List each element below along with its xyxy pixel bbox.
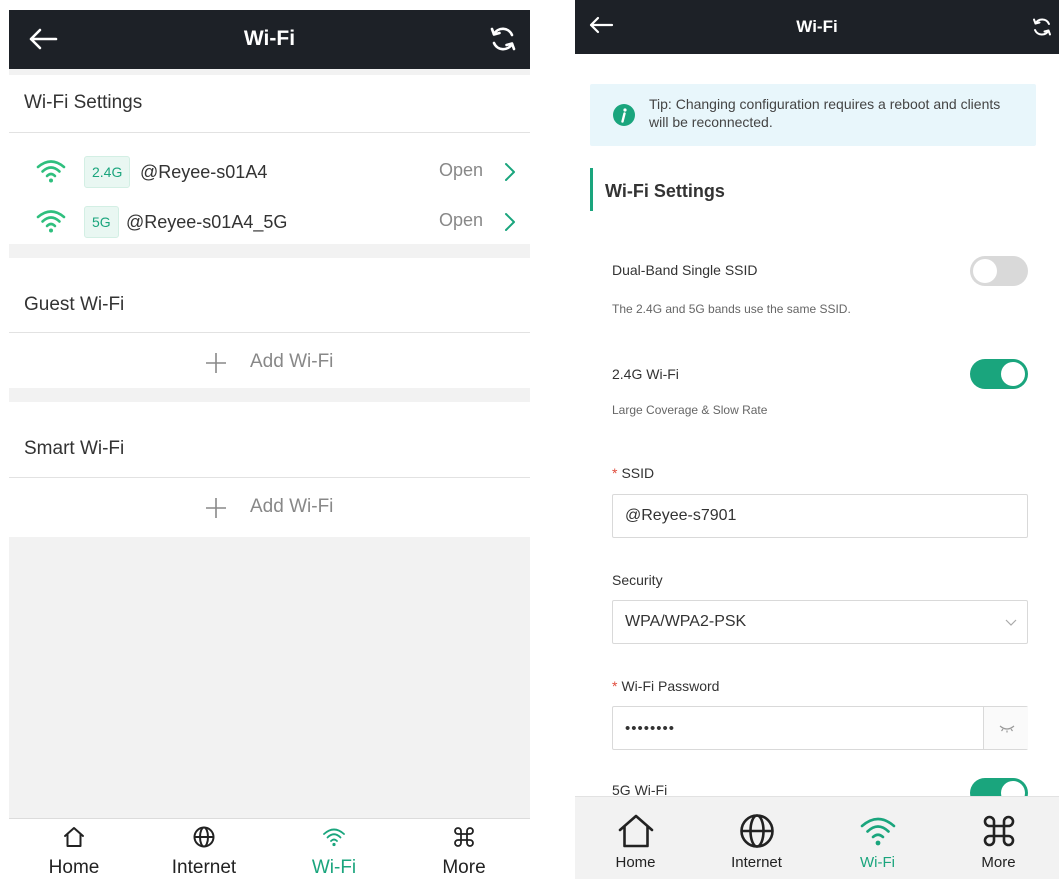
add-smart-wifi-button[interactable]: Add Wi-Fi — [9, 479, 530, 535]
nav-label: More — [442, 857, 486, 878]
nav-label: More — [981, 854, 1016, 871]
section-title: Smart Wi-Fi — [24, 438, 125, 459]
wifi-icon — [860, 817, 896, 846]
chevron-right-icon — [505, 213, 515, 231]
wifi-2-4g-toggle[interactable] — [970, 359, 1028, 389]
nav-label: Internet — [171, 857, 237, 878]
command-icon — [983, 815, 1015, 847]
security-value: WPA/WPA2-PSK — [625, 613, 747, 630]
ssid-label: @Reyee-s01A4 — [140, 162, 268, 182]
smart-wifi-section: Smart Wi-Fi Add Wi-Fi — [9, 402, 530, 537]
wifi-2-4g-hint: Large Coverage & Slow Rate — [612, 403, 768, 417]
bottom-nav: Home Internet Wi-Fi More — [575, 796, 1059, 879]
eye-closed-icon — [999, 725, 1015, 733]
ssid-input[interactable]: @Reyee-s7901 — [612, 494, 1028, 538]
plus-icon — [206, 353, 226, 373]
tip-banner: Tip: Changing configuration requires a r… — [590, 84, 1036, 146]
command-icon — [454, 827, 474, 847]
wifi-settings-section: Wi-Fi Settings 2.4G @Reyee-s01A4 Open 5G… — [9, 75, 530, 244]
dual-band-toggle[interactable] — [970, 256, 1028, 286]
tip-text: Tip: Changing configuration requires a r… — [649, 96, 1001, 130]
info-icon — [613, 104, 635, 126]
wifi-icon — [36, 210, 66, 233]
wifi-icon — [36, 160, 66, 183]
show-password-button[interactable] — [983, 707, 1028, 749]
security-status: Open — [439, 160, 484, 180]
add-wifi-label: Add Wi-Fi — [250, 351, 334, 372]
dual-band-hint: The 2.4G and 5G bands use the same SSID. — [612, 302, 851, 316]
toggle-knob — [973, 259, 997, 283]
nav-wifi[interactable]: Wi-Fi — [817, 797, 938, 879]
wifi-row-5g[interactable]: 5G @Reyee-s01A4_5G Open — [9, 199, 530, 245]
password-input[interactable]: •••••••• — [612, 706, 1028, 750]
nav-more[interactable]: More — [938, 797, 1059, 879]
security-label: Security — [612, 572, 663, 588]
home-icon — [618, 814, 654, 848]
nav-label: Wi-Fi — [311, 857, 357, 878]
required-mark: * — [612, 678, 618, 694]
left-screen: Wi-Fi Wi-Fi Settings 2.4G @Reyee-s01A4 O… — [9, 10, 530, 879]
page-title: Wi-Fi — [796, 17, 838, 36]
nav-home[interactable]: Home — [575, 797, 696, 879]
nav-label: Internet — [731, 854, 782, 871]
wifi-row-2-4g[interactable]: 2.4G @Reyee-s01A4 Open — [9, 149, 530, 195]
refresh-icon[interactable] — [487, 23, 519, 55]
nav-label: Home — [615, 854, 656, 871]
ssid-label: * SSID — [612, 465, 654, 481]
top-bar: Wi-Fi — [575, 0, 1059, 54]
dual-band-label: Dual-Band Single SSID — [612, 262, 758, 278]
nav-home[interactable]: Home — [9, 819, 139, 879]
right-screen: Wi-Fi Tip: Changing configuration requir… — [575, 0, 1059, 879]
divider — [9, 477, 530, 478]
chevron-down-icon — [1005, 619, 1017, 626]
nav-label: Home — [48, 857, 100, 878]
password-value: •••••••• — [625, 720, 676, 737]
toggle-knob — [1001, 362, 1025, 386]
top-bar: Wi-Fi — [9, 10, 530, 69]
globe-icon — [193, 826, 215, 848]
security-select[interactable]: WPA/WPA2-PSK — [612, 600, 1028, 644]
divider — [9, 332, 530, 333]
refresh-icon[interactable] — [1031, 16, 1053, 38]
section-header: Wi-Fi Settings — [590, 168, 725, 211]
add-guest-wifi-button[interactable]: Add Wi-Fi — [9, 334, 530, 390]
add-wifi-label: Add Wi-Fi — [250, 496, 334, 517]
plus-icon — [206, 498, 226, 518]
password-label: * Wi-Fi Password — [612, 678, 719, 694]
nav-internet[interactable]: Internet — [696, 797, 817, 879]
bottom-nav: Home Internet Wi-Fi More — [9, 818, 530, 879]
section-title: Guest Wi-Fi — [24, 294, 125, 315]
nav-wifi[interactable]: Wi-Fi — [269, 819, 399, 879]
globe-icon — [740, 814, 774, 848]
home-icon — [64, 827, 84, 847]
wifi-2-4g-label: 2.4G Wi-Fi — [612, 366, 679, 382]
chevron-right-icon — [505, 163, 515, 181]
ssid-label-text: SSID — [621, 465, 655, 481]
nav-more[interactable]: More — [399, 819, 529, 879]
nav-internet[interactable]: Internet — [139, 819, 269, 879]
password-label-text: Wi-Fi Password — [621, 678, 720, 694]
nav-label: Wi-Fi — [860, 854, 895, 871]
required-mark: * — [612, 465, 618, 481]
divider — [9, 132, 530, 133]
security-status: Open — [439, 210, 484, 230]
band-badge: 5G — [84, 206, 119, 238]
section-title: Wi-Fi Settings — [605, 181, 725, 201]
band-badge: 2.4G — [84, 156, 131, 188]
ssid-label: @Reyee-s01A4_5G — [126, 212, 288, 232]
wifi-icon — [323, 828, 345, 847]
page-title: Wi-Fi — [243, 27, 296, 50]
section-title: Wi-Fi Settings — [24, 92, 143, 113]
ssid-value: @Reyee-s7901 — [625, 507, 737, 524]
guest-wifi-section: Guest Wi-Fi Add Wi-Fi — [9, 258, 530, 388]
